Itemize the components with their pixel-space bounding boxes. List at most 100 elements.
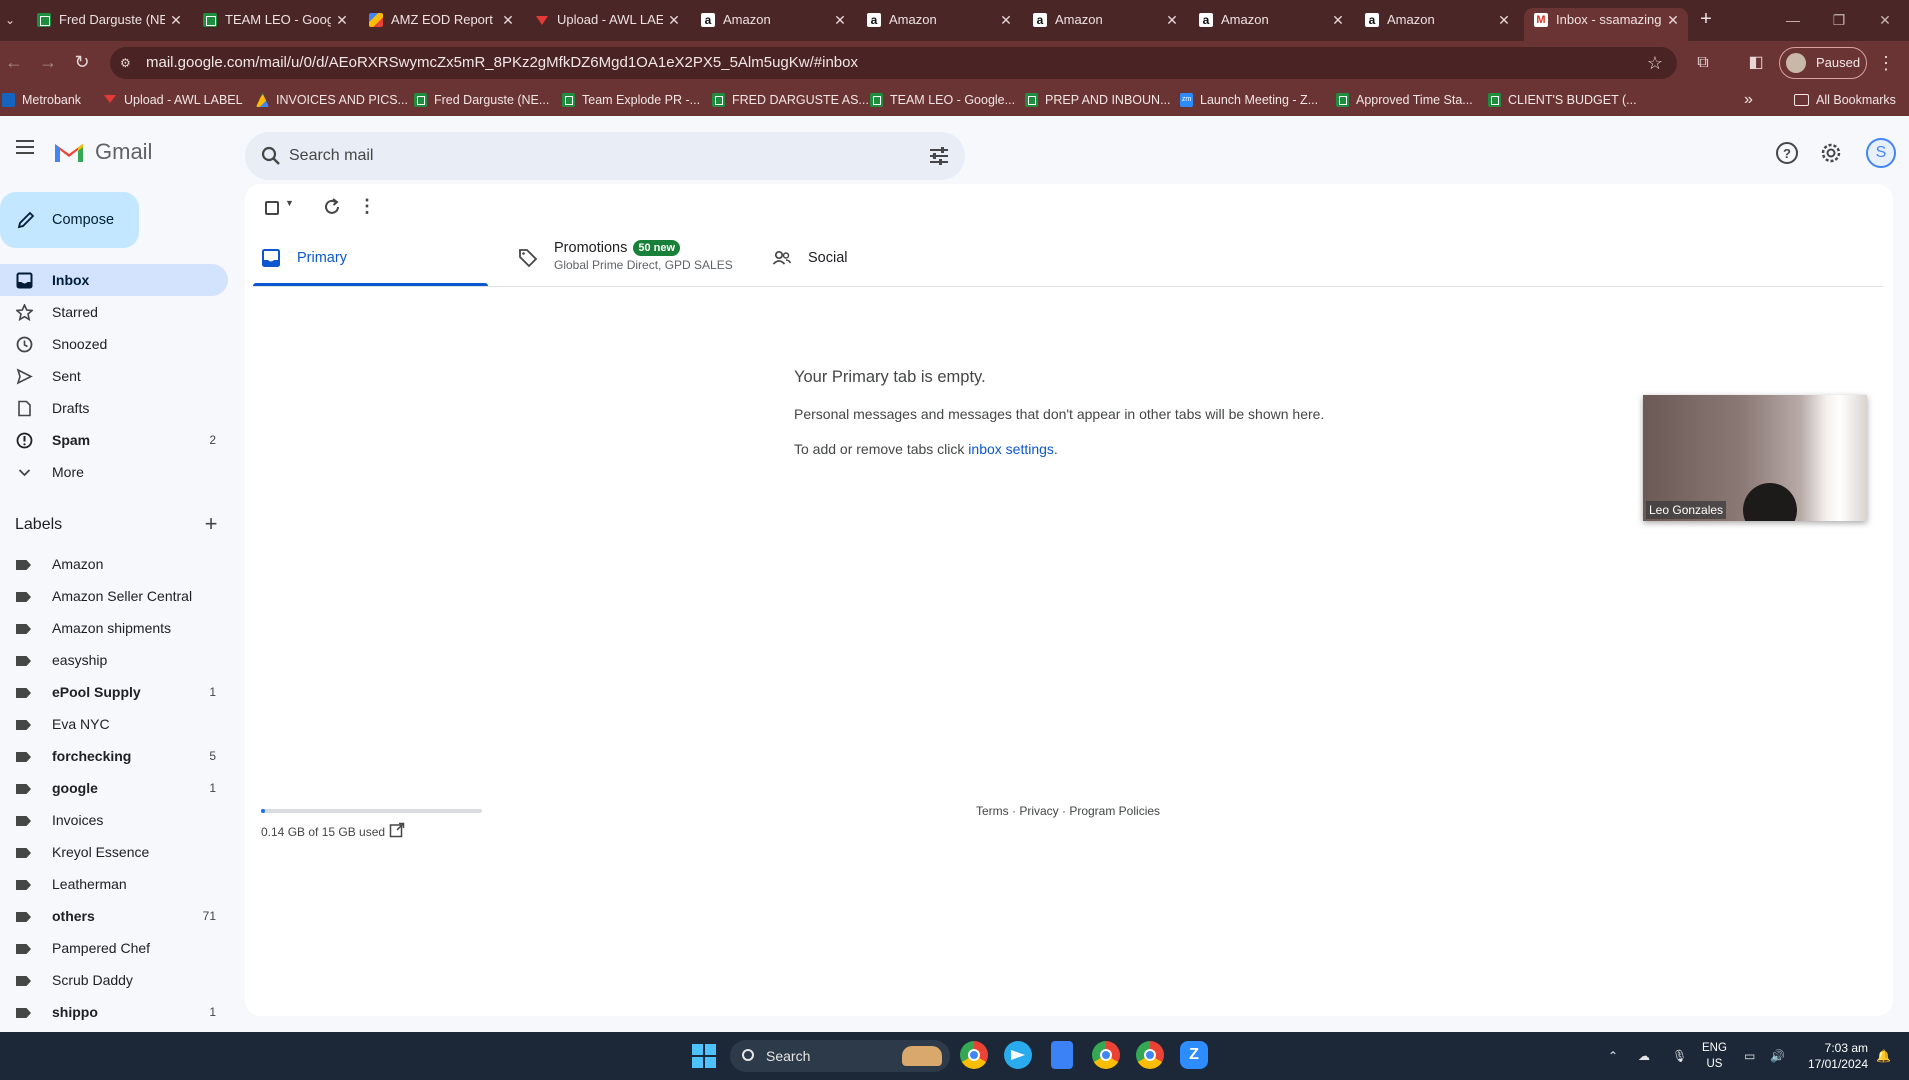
video-call-thumbnail[interactable]: Leo Gonzales — [1643, 395, 1867, 521]
restore-button[interactable]: ❐ — [1819, 8, 1859, 32]
close-icon[interactable]: ✕ — [501, 8, 515, 32]
close-icon[interactable]: ✕ — [667, 8, 681, 32]
browser-tab[interactable]: AMZ EOD Report ✕ — [359, 8, 523, 41]
zoom-icon[interactable]: Z — [1180, 1041, 1208, 1069]
extensions-icon[interactable]: ⧉ — [1690, 50, 1716, 76]
label-item[interactable]: Invoices — [0, 804, 228, 836]
close-icon[interactable]: ✕ — [1331, 8, 1345, 32]
back-button[interactable]: ← — [0, 48, 28, 76]
browser-tab[interactable]: a Amazon ✕ — [1023, 8, 1187, 41]
label-item[interactable]: Scrub Daddy — [0, 964, 228, 996]
bookmark-star-icon[interactable]: ☆ — [1647, 47, 1663, 79]
help-icon[interactable]: ? — [1774, 140, 1800, 166]
nav-snoozed[interactable]: Snoozed — [0, 328, 228, 360]
reload-button[interactable]: ↻ — [68, 48, 96, 76]
label-item[interactable]: Amazon shipments — [0, 612, 228, 644]
bookmark[interactable]: Approved Time Sta... — [1334, 90, 1473, 110]
bookmark[interactable]: FRED DARGUSTE AS... — [710, 90, 869, 110]
close-icon[interactable]: ✕ — [1165, 8, 1179, 32]
bookmark[interactable]: INVOICES AND PICS... — [254, 90, 408, 110]
side-panel-icon[interactable]: ◧ — [1743, 50, 1769, 76]
refresh-icon[interactable] — [321, 196, 343, 218]
minimize-button[interactable]: — — [1773, 8, 1813, 32]
nav-starred[interactable]: Starred — [0, 296, 228, 328]
label-item[interactable]: Leatherman — [0, 868, 228, 900]
label-item[interactable]: forchecking 5 — [0, 740, 228, 772]
bookmark[interactable]: Fred Darguste (NE... — [412, 90, 549, 110]
chrome-menu-icon[interactable]: ⋮ — [1876, 50, 1896, 76]
add-label-icon[interactable]: + — [200, 513, 222, 536]
chrome-icon[interactable] — [960, 1041, 988, 1069]
profile-button[interactable]: Paused — [1779, 47, 1867, 79]
windows-start-icon[interactable] — [692, 1044, 716, 1068]
tab-search-button[interactable]: ⌄ — [0, 8, 20, 32]
browser-tab[interactable]: a Amazon ✕ — [857, 8, 1021, 41]
all-bookmarks-button[interactable]: All Bookmarks — [1794, 90, 1896, 110]
browser-tab[interactable]: a Amazon ✕ — [1189, 8, 1353, 41]
main-menu-icon[interactable] — [12, 136, 38, 162]
select-menu-caret-icon[interactable]: ▼ — [285, 198, 294, 208]
chevron-up-icon[interactable]: ⌃ — [1608, 1032, 1618, 1080]
tab-primary[interactable]: Primary — [253, 230, 488, 286]
browser-tab[interactable]: Upload - AWL LAE ✕ — [525, 8, 689, 41]
browser-tab-active[interactable]: M Inbox - ssamazing ✕ — [1524, 8, 1688, 41]
search-icon[interactable] — [259, 144, 283, 168]
bookmark[interactable]: TEAM LEO - Google... — [868, 90, 1015, 110]
taskbar-search[interactable]: Search — [730, 1040, 950, 1072]
bookmark[interactable]: zm Launch Meeting - Z... — [1178, 90, 1318, 110]
site-info-icon[interactable]: ⚙ — [120, 55, 136, 71]
close-icon[interactable]: ✕ — [1497, 8, 1511, 32]
tab-promotions[interactable]: Promotions 50 new Global Prime Direct, GP… — [510, 230, 745, 286]
label-item[interactable]: Pampered Chef — [0, 932, 228, 964]
label-item[interactable]: Eva NYC — [0, 708, 228, 740]
chrome-profile-icon[interactable] — [1092, 1041, 1120, 1069]
nav-drafts[interactable]: Drafts — [0, 392, 228, 424]
new-tab-button[interactable]: + — [1694, 8, 1718, 32]
account-avatar[interactable]: S — [1866, 138, 1896, 168]
label-item[interactable]: Amazon Seller Central — [0, 580, 228, 612]
label-item[interactable]: Amazon — [0, 548, 228, 580]
bookmark[interactable]: Metrobank — [0, 90, 81, 110]
bookmarks-overflow-icon[interactable]: » — [1744, 90, 1753, 110]
language-indicator[interactable]: ENG US — [1702, 1040, 1727, 1072]
telegram-icon[interactable] — [1004, 1041, 1032, 1069]
label-item[interactable]: shippo 1 — [0, 996, 228, 1028]
nav-spam[interactable]: Spam 2 — [0, 424, 228, 456]
nav-sent[interactable]: Sent — [0, 360, 228, 392]
microphone-icon[interactable]: 🎙 — [1672, 1032, 1687, 1080]
label-item[interactable]: google 1 — [0, 772, 228, 804]
search-options-icon[interactable] — [927, 144, 951, 168]
search-input[interactable]: Search mail — [289, 132, 373, 180]
close-icon[interactable]: ✕ — [335, 8, 349, 32]
chrome-profile-icon[interactable] — [1136, 1041, 1164, 1069]
external-link-icon[interactable] — [389, 822, 405, 838]
select-all-checkbox[interactable] — [265, 201, 279, 215]
notification-bell-icon[interactable]: 🔔 — [1876, 1032, 1891, 1080]
network-icon[interactable]: ▭ — [1744, 1032, 1755, 1080]
nav-inbox[interactable]: Inbox — [0, 264, 228, 296]
label-item[interactable]: Kreyol Essence — [0, 836, 228, 868]
close-icon[interactable]: ✕ — [999, 8, 1013, 32]
notepad-icon[interactable] — [1051, 1041, 1073, 1069]
volume-icon[interactable]: 🔊 — [1770, 1032, 1785, 1080]
close-icon[interactable]: ✕ — [1666, 8, 1680, 32]
browser-tab[interactable]: a Amazon ✕ — [691, 8, 855, 41]
bookmark[interactable]: Team Explode PR -... — [560, 90, 700, 110]
window-close-button[interactable]: ✕ — [1865, 8, 1905, 32]
close-icon[interactable]: ✕ — [169, 8, 183, 32]
settings-gear-icon[interactable] — [1818, 140, 1844, 166]
close-icon[interactable]: ✕ — [833, 8, 847, 32]
inbox-settings-link[interactable]: inbox settings — [968, 441, 1054, 457]
bookmark[interactable]: Upload - AWL LABEL — [102, 90, 243, 110]
cloud-off-icon[interactable]: ☁ — [1638, 1032, 1650, 1080]
label-item[interactable]: ePool Supply 1 — [0, 676, 228, 708]
bookmark[interactable]: CLIENT'S BUDGET (... — [1486, 90, 1637, 110]
more-options-icon[interactable]: ⋮ — [357, 192, 377, 220]
forward-button[interactable]: → — [34, 48, 62, 76]
browser-tab[interactable]: TEAM LEO - Goog ✕ — [193, 8, 357, 41]
address-bar[interactable]: ⚙ mail.google.com/mail/u/0/d/AEoRXRSwymc… — [110, 47, 1677, 79]
compose-button[interactable]: Compose — [0, 192, 139, 248]
bookmark[interactable]: PREP AND INBOUN... — [1023, 90, 1171, 110]
footer-links[interactable]: Terms · Privacy · Program Policies — [976, 804, 1160, 818]
system-clock[interactable]: 7:03 am 17/01/2024 — [1800, 1040, 1868, 1072]
